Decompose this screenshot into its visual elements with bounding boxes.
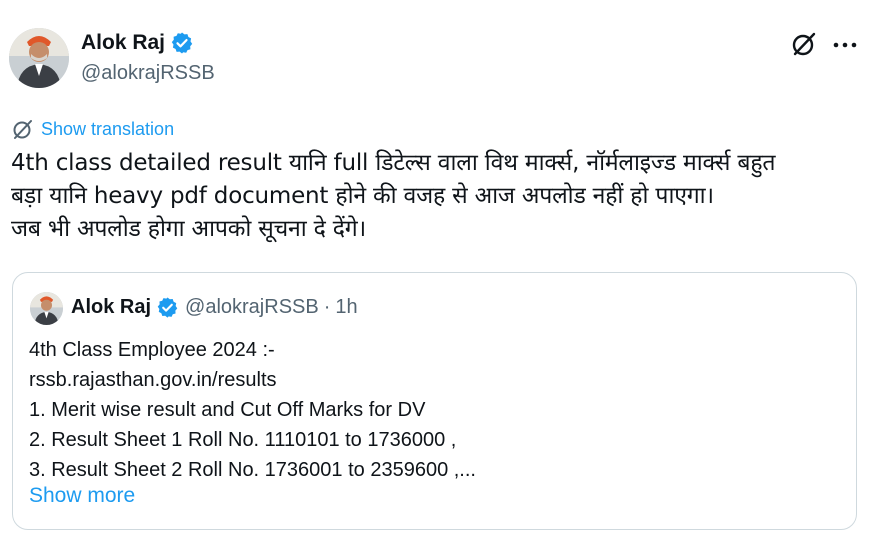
quoted-text-line: 3. Result Sheet 2 Roll No. 1736001 to 23… — [29, 459, 476, 481]
translate-icon — [13, 120, 32, 139]
verified-badge-icon — [157, 297, 178, 318]
quoted-text-line: rssb.rajasthan.gov.in/results — [29, 369, 277, 391]
quoted-tweet[interactable]: Alok Raj @alokrajRSSB · 1h 4th Class Emp… — [12, 272, 857, 530]
more-options-icon[interactable] — [832, 35, 858, 55]
author-handle[interactable]: @alokrajRSSB — [81, 62, 215, 85]
meta-separator: · — [323, 296, 331, 318]
show-translation-link[interactable]: Show translation — [11, 117, 174, 141]
author-name-row: Alok Raj — [81, 31, 194, 55]
show-translation-label: Show translation — [41, 118, 175, 139]
verified-badge-icon — [171, 32, 193, 54]
grok-icon[interactable] — [790, 30, 818, 58]
quoted-text-line: 2. Result Sheet 1 Roll No. 1110101 to 17… — [29, 429, 457, 451]
tweet-text-line: जब भी अपलोड होगा आपको सूचना दे देंगे। — [11, 216, 367, 242]
tweet-text-line: 4th class detailed result यानि full डिटे… — [11, 150, 776, 176]
quoted-author-avatar[interactable] — [30, 292, 63, 325]
quoted-text-line: 1. Merit wise result and Cut Off Marks f… — [29, 399, 426, 421]
quoted-author-handle: @alokrajRSSB — [185, 296, 319, 318]
author-name[interactable]: Alok Raj — [81, 31, 165, 55]
tweet-text: 4th class detailed result यानि full डिटे… — [11, 147, 861, 246]
show-more-link[interactable]: Show more — [29, 484, 135, 508]
quoted-tweet-text: 4th Class Employee 2024 :- rssb.rajastha… — [29, 335, 829, 485]
quoted-text-line: 4th Class Employee 2024 :- — [29, 339, 275, 361]
author-avatar[interactable] — [9, 28, 69, 88]
quoted-author-name[interactable]: Alok Raj — [71, 296, 151, 319]
tweet-text-line: बड़ा यानि heavy pdf document होने की वजह… — [11, 183, 714, 209]
tweet: Alok Raj @alokrajRSSB Show translation 4… — [0, 0, 881, 544]
quoted-tweet-time[interactable]: 1h — [335, 296, 357, 319]
quoted-tweet-meta: Alok Raj @alokrajRSSB · 1h — [71, 296, 358, 319]
